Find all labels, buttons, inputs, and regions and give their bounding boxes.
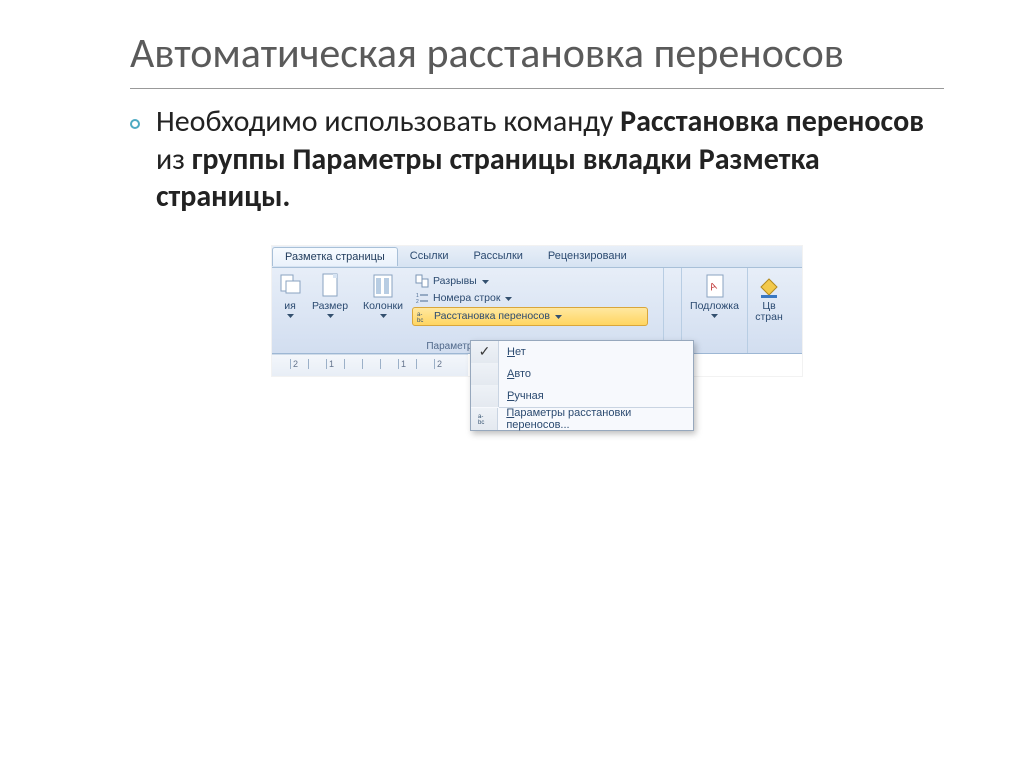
body-bold-1: Расстановка переносов xyxy=(620,103,924,140)
chevron-down-icon xyxy=(287,314,294,318)
chevron-down-icon xyxy=(327,314,334,318)
group-page-color: Цвстран xyxy=(748,268,790,353)
bullet-item: Необходимо использовать команду Расстано… xyxy=(130,103,944,216)
line-numbers-label: Номера строк xyxy=(433,292,500,304)
slide-body: Необходимо использовать команду Расстано… xyxy=(156,103,944,216)
watermark-icon: A xyxy=(703,273,727,299)
page-setup-stack: Разрывы 1 2 Номера строк xyxy=(412,271,648,326)
chevron-down-icon xyxy=(711,314,718,318)
body-text-mid: из xyxy=(156,141,192,178)
hyphenation-icon: a- bc xyxy=(477,411,492,426)
tab-review[interactable]: Рецензировани xyxy=(536,247,640,265)
chevron-down-icon xyxy=(555,315,562,319)
chevron-down-icon xyxy=(482,280,489,284)
tab-references[interactable]: Ссылки xyxy=(398,247,462,265)
watermark-button[interactable]: A Подложка xyxy=(686,271,743,318)
hyphenation-label: Расстановка переносов xyxy=(434,310,550,322)
orientation-button[interactable]: ия xyxy=(276,271,304,318)
bullet-marker xyxy=(130,119,140,129)
page-color-button[interactable]: Цвстран xyxy=(752,271,786,323)
hyphen-params-label: Параметры расстановки переносов... xyxy=(498,407,693,431)
hyphen-manual-label: Ручная xyxy=(499,390,544,402)
slide-title: Автоматическая расстановка переносов xyxy=(130,30,944,89)
horizontal-ruler: 2 1 1 2 xyxy=(272,354,468,376)
page-color-label: Цвстран xyxy=(755,301,783,323)
tab-mailings[interactable]: Рассылки xyxy=(462,247,536,265)
orientation-icon xyxy=(278,273,302,299)
body-bold-2: группы Параметры страницы вкладки Размет… xyxy=(156,141,820,216)
breaks-label: Разрывы xyxy=(433,275,477,287)
size-button[interactable]: Размер xyxy=(306,271,354,318)
page-size-icon xyxy=(318,273,342,299)
svg-text:2: 2 xyxy=(416,299,419,305)
chevron-down-icon xyxy=(505,297,512,301)
columns-icon xyxy=(371,273,395,299)
chevron-down-icon xyxy=(380,314,387,318)
hyphen-option-auto[interactable]: Авто xyxy=(471,363,693,385)
breaks-icon xyxy=(415,274,430,289)
hyphenation-icon: a- bc xyxy=(416,309,431,324)
svg-text:bc: bc xyxy=(417,318,423,324)
ribbon-tabs: Разметка страницы Ссылки Рассылки Реценз… xyxy=(272,246,802,268)
hyphen-option-params[interactable]: a- bc Параметры расстановки переносов... xyxy=(471,408,693,430)
svg-text:bc: bc xyxy=(478,420,484,426)
hyphen-auto-label: Авто xyxy=(499,368,531,380)
orientation-label: ия xyxy=(284,301,296,312)
line-numbers-button[interactable]: 1 2 Номера строк xyxy=(412,290,648,307)
check-icon: ✓ xyxy=(479,343,491,360)
columns-label: Колонки xyxy=(363,301,403,312)
hyphen-option-none[interactable]: ✓ Нет xyxy=(471,341,693,363)
hyphen-none-label: Нет xyxy=(499,346,526,358)
size-label: Размер xyxy=(312,301,348,312)
breaks-button[interactable]: Разрывы xyxy=(412,273,648,290)
hyphen-option-manual[interactable]: Ручная xyxy=(471,385,693,407)
columns-button[interactable]: Колонки xyxy=(356,271,410,318)
hyphenation-dropdown: ✓ Нет Авто Ручная xyxy=(470,340,694,431)
body-text-prefix: Необходимо использовать команду xyxy=(156,103,620,140)
hyphenation-button[interactable]: a- bc Расстановка переносов xyxy=(412,307,648,326)
tab-page-layout[interactable]: Разметка страницы xyxy=(272,247,398,266)
paint-bucket-icon xyxy=(757,273,781,299)
word-ribbon-screenshot: Разметка страницы Ссылки Рассылки Реценз… xyxy=(272,246,802,376)
ribbon-body: ия Размер xyxy=(272,268,802,354)
watermark-label: Подложка xyxy=(690,301,739,312)
line-numbers-icon: 1 2 xyxy=(415,291,430,306)
